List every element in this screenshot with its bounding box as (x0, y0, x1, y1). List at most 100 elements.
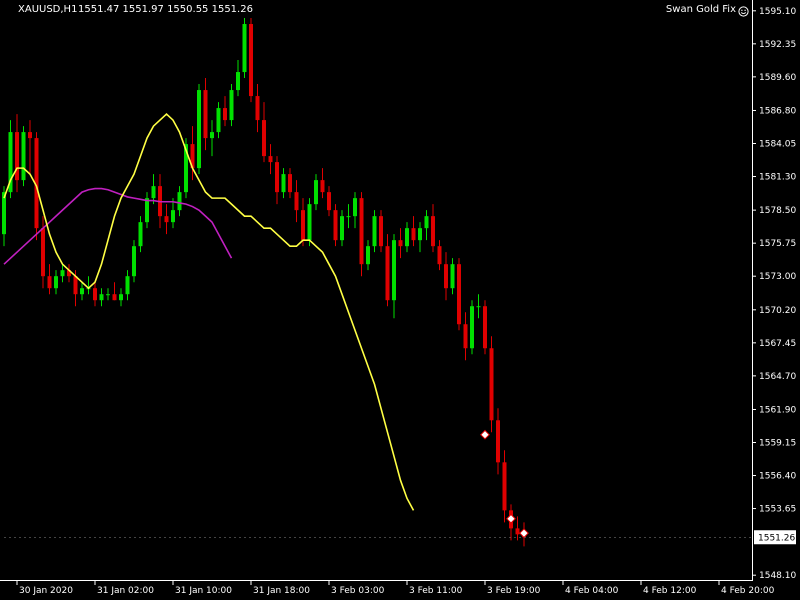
candle (470, 300, 474, 355)
candle (450, 258, 455, 295)
candle (106, 288, 110, 301)
signal-marker (480, 429, 490, 440)
time-tick-label: 31 Jan 10:00 (175, 586, 232, 596)
time-tick-label: 3 Feb 19:00 (487, 586, 541, 596)
candle-body (307, 204, 312, 241)
price-tick-label: 1586.80 (759, 106, 796, 116)
candle-body (320, 180, 325, 193)
candle-body (314, 180, 318, 205)
candle-body (346, 216, 351, 218)
candle-body (333, 210, 338, 241)
candle-body (457, 264, 461, 325)
candle-body (379, 216, 383, 247)
candle-body (28, 132, 32, 139)
candle-body (294, 192, 299, 211)
price-tick-label: 1570.20 (759, 306, 796, 316)
candle (437, 240, 442, 271)
candle-body (223, 108, 227, 121)
candle-body (301, 210, 305, 241)
candle (288, 168, 292, 199)
candle (197, 84, 201, 175)
candle-body (255, 96, 260, 121)
price-tick-label: 1581.30 (759, 173, 796, 183)
candle (372, 210, 377, 253)
candle (93, 282, 97, 307)
candle (366, 240, 370, 271)
candle (424, 210, 429, 241)
price-tick-label: 1559.15 (759, 439, 796, 449)
candle (379, 210, 383, 253)
candle-body (119, 294, 123, 301)
time-tick-label: 3 Feb 11:00 (409, 586, 463, 596)
candle-body (125, 276, 130, 295)
candle-body (93, 288, 97, 301)
fast-moving-average-line (3, 112, 415, 511)
candle-body (444, 264, 448, 289)
candle (216, 102, 221, 139)
price-tick-label: 1575.75 (759, 239, 796, 249)
candle (314, 174, 318, 211)
candle (418, 222, 422, 253)
candle (177, 186, 182, 217)
signal-marker (519, 528, 529, 539)
candle (327, 186, 331, 217)
candle (346, 204, 351, 229)
candle-body (171, 210, 175, 223)
candle-body (262, 120, 266, 157)
candle-body (210, 132, 214, 139)
candle (28, 120, 32, 175)
candle-body (353, 198, 357, 217)
candle-body (385, 246, 390, 301)
candle (8, 120, 13, 199)
candle-body (398, 240, 403, 247)
candle-body (80, 288, 84, 295)
candle-body (411, 228, 416, 241)
candle (496, 408, 500, 475)
candle-body (132, 246, 136, 277)
candle-body (489, 348, 494, 421)
candle (392, 234, 396, 319)
candle (249, 18, 253, 103)
candle-body (515, 528, 520, 535)
signal-marker (506, 513, 516, 524)
candle-body (450, 264, 455, 289)
time-tick-label: 4 Feb 20:00 (721, 586, 775, 596)
candle (15, 114, 19, 193)
candle (86, 276, 91, 295)
price-tick-label: 1567.45 (759, 339, 796, 349)
candle-body (112, 294, 117, 301)
price-chart[interactable]: 1595.10 1592.35 1589.60 1586.80 1584.05 1581.… (0, 0, 800, 600)
candle-body (41, 228, 45, 277)
candle (242, 18, 247, 79)
price-tick-label: 1553.65 (759, 505, 796, 515)
candle (489, 336, 494, 433)
time-tick-label: 4 Feb 04:00 (565, 586, 619, 596)
candle-body (327, 192, 331, 211)
candle (411, 216, 416, 247)
time-tick-label: 31 Jan 18:00 (253, 586, 310, 596)
candle (431, 204, 435, 253)
time-tick-label: 30 Jan 2020 (19, 586, 73, 596)
candle (203, 78, 208, 151)
candle (483, 300, 487, 355)
candle (405, 222, 409, 253)
candle (164, 204, 169, 235)
candle (515, 516, 520, 541)
candle (275, 156, 279, 205)
candle-body (281, 174, 286, 193)
candle (320, 168, 325, 199)
candle (99, 288, 104, 307)
price-tick-label: 1578.50 (759, 206, 796, 216)
price-tick-label: 1592.35 (759, 40, 796, 50)
candle-body (2, 192, 6, 235)
candle-body (470, 306, 474, 349)
candle (236, 60, 240, 97)
candle (463, 312, 468, 361)
candle (145, 192, 149, 229)
candle-body (242, 24, 247, 73)
price-tick-label: 1556.40 (759, 472, 796, 482)
candle-body (268, 156, 273, 163)
candle-body (405, 228, 409, 247)
price-tick-label: 1595.10 (759, 7, 796, 17)
candle-body (483, 306, 487, 349)
